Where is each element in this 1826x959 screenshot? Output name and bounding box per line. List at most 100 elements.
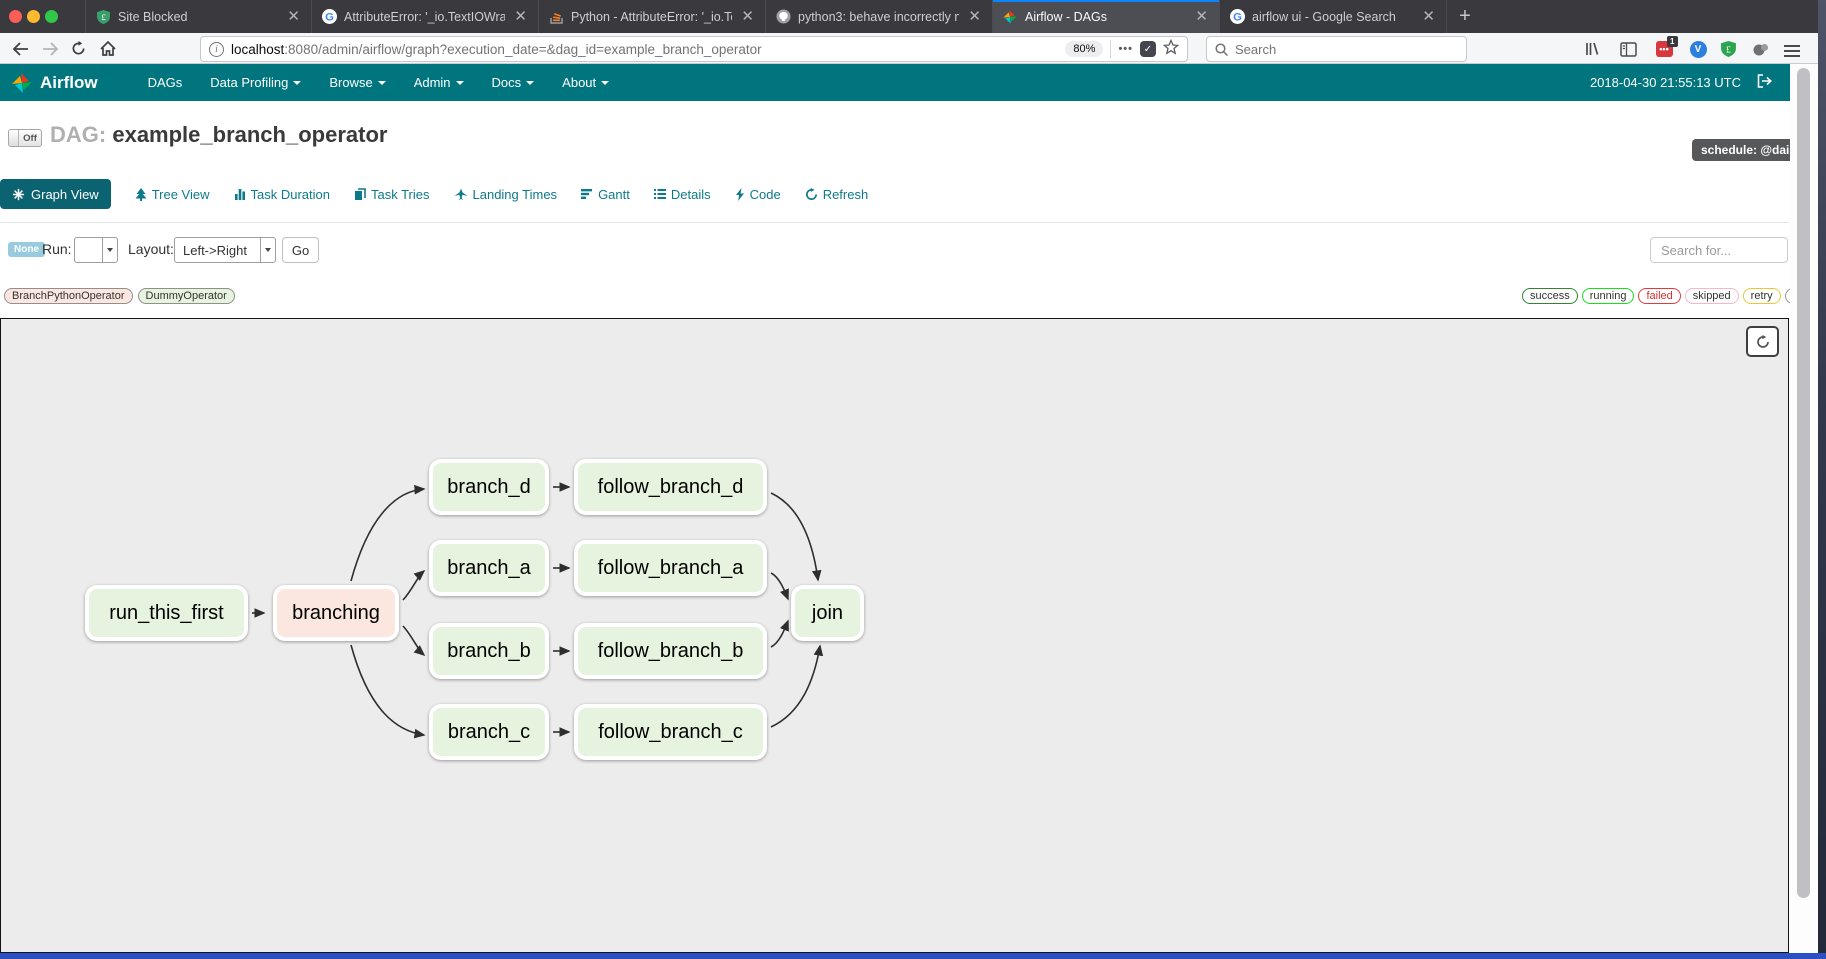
browser-tab-airflow-ui-search[interactable]: G airflow ui - Google Search ✕ [1220,0,1447,33]
chevron-down-icon [293,81,301,85]
gantt-icon [581,188,593,200]
chevron-down-icon [260,238,275,262]
browser-tab-attributeerror[interactable]: G AttributeError: '_io.TextIOWrapp ✕ [312,0,539,33]
library-icon[interactable] [1578,36,1606,62]
layout-select[interactable]: Left->Right [174,237,276,263]
tab-graph-view[interactable]: Graph View [0,179,111,209]
browser-tab-python-attributeerror[interactable]: Python - AttributeError: '_io.Tex ✕ [539,0,766,33]
bar-chart-icon [234,188,246,200]
ghostery-extension-icon[interactable] [1746,36,1774,62]
edge-branching-to-branch_a [403,571,424,600]
svg-text:G: G [325,11,334,23]
go-button[interactable]: Go [282,237,319,263]
bookmark-star-icon[interactable] [1163,39,1179,60]
tab-title: Airflow - DAGs [1025,10,1186,24]
tab-tree-view[interactable]: Tree View [135,187,210,202]
dag-node-run_this_first[interactable]: run_this_first [85,585,248,641]
site-info-icon[interactable]: i [209,42,224,57]
page-scrollbar[interactable] [1790,64,1818,953]
tab-close-icon[interactable]: ✕ [1193,9,1210,24]
nav-item-browse[interactable]: Browse [315,64,399,101]
tab-close-icon[interactable]: ✕ [512,9,529,24]
tab-close-icon[interactable]: ✕ [1420,9,1437,24]
menu-icon[interactable] [1784,36,1812,62]
new-tab-icon[interactable]: + [1451,2,1479,30]
window-minimize-button[interactable] [27,10,40,23]
edge-branching-to-branch_d [351,489,424,581]
status-badge-running: running [1582,288,1635,304]
browser-tab-site-blocked[interactable]: £ Site Blocked ✕ [85,0,312,33]
search-icon [1215,43,1228,56]
sidebar-toggle-icon[interactable] [1614,36,1642,62]
tab-close-icon[interactable]: ✕ [739,9,756,24]
blue-extension-icon[interactable]: V [1684,36,1712,62]
browser-search-bar[interactable]: Search [1206,36,1467,62]
tab-gantt[interactable]: Gantt [581,187,630,202]
dag-pause-toggle[interactable]: Off [8,129,42,147]
window-close-button[interactable] [9,10,22,23]
dag-search-input[interactable] [1650,237,1788,263]
tree-icon [135,188,147,201]
dag-node-follow_branch_b[interactable]: follow_branch_b [574,623,767,679]
run-label: Run: [42,241,72,257]
airflow-logo-icon [10,71,34,95]
tab-refresh[interactable]: Refresh [805,187,869,202]
adblock-extension-icon[interactable]: •••1 [1650,36,1678,62]
back-icon[interactable] [6,35,34,62]
nav-item-data-profiling[interactable]: Data Profiling [196,64,315,101]
page-actions-icon[interactable]: ••• [1118,43,1133,55]
tab-task-duration[interactable]: Task Duration [234,187,330,202]
chevron-down-icon [601,81,609,85]
window-zoom-button[interactable] [45,10,58,23]
run-select[interactable] [74,237,118,263]
operator-badge-DummyOperator: DummyOperator [138,288,235,304]
logout-icon[interactable] [1757,74,1772,91]
dag-node-follow_branch_a[interactable]: follow_branch_a [574,540,767,596]
svg-text:£: £ [101,12,106,22]
dag-node-follow_branch_d[interactable]: follow_branch_d [574,459,767,515]
tab-details[interactable]: Details [654,187,711,202]
home-icon[interactable] [94,35,122,62]
tab-task-tries[interactable]: Task Tries [354,187,430,202]
tab-close-icon[interactable]: ✕ [966,9,983,24]
svg-text:G: G [1233,11,1242,23]
nav-item-dags[interactable]: DAGs [134,64,197,101]
graph-refresh-button[interactable] [1746,326,1779,357]
browser-tab-github[interactable]: python3: behave incorrectly mo ✕ [766,0,993,33]
page-title: DAG: example_branch_operator [50,122,387,148]
layout-label: Layout: [128,241,174,257]
tab-landing-times[interactable]: Landing Times [454,187,558,202]
edge-follow_branch_d-to-join [771,493,818,580]
tab-close-icon[interactable]: ✕ [285,9,302,24]
airflow-brand[interactable]: Airflow [0,71,98,95]
scrollbar-thumb[interactable] [1797,68,1810,898]
edge-follow_branch_a-to-join [771,573,788,599]
nav-item-docs[interactable]: Docs [478,64,549,101]
chevron-down-icon [102,238,117,262]
duplicate-icon [354,188,366,201]
dag-node-follow_branch_c[interactable]: follow_branch_c [574,704,767,760]
bookmark-saved-icon[interactable]: ✓ [1140,41,1156,57]
desktop-edge-right [1818,0,1826,959]
nav-item-about[interactable]: About [548,64,623,101]
reload-icon[interactable] [64,35,92,62]
airflow-navbar: Airflow DAGs Data Profiling Browse Admin… [0,64,1790,101]
url-bar[interactable]: i localhost:8080/admin/airflow/graph?exe… [200,36,1188,62]
dag-node-branch_a[interactable]: branch_a [429,540,549,596]
zoom-level-badge[interactable]: 80% [1065,41,1103,57]
dag-node-branch_d[interactable]: branch_d [429,459,549,515]
dag-node-join[interactable]: join [791,585,864,641]
nav-item-admin[interactable]: Admin [400,64,478,101]
airflow-favicon-icon [1002,9,1018,25]
dag-node-branch_b[interactable]: branch_b [429,623,549,679]
dag-node-branching[interactable]: branching [273,585,399,641]
lightning-icon [735,188,745,201]
plane-icon [454,188,468,201]
toggle-knob [9,130,19,146]
green-shield-extension-icon[interactable]: £ [1714,36,1742,62]
google-favicon-icon: G [1229,9,1245,25]
tab-code[interactable]: Code [735,187,781,202]
dag-node-branch_c[interactable]: branch_c [429,704,549,760]
forward-icon[interactable] [36,35,64,62]
browser-tab-airflow-dags[interactable]: Airflow - DAGs ✕ [993,0,1220,33]
